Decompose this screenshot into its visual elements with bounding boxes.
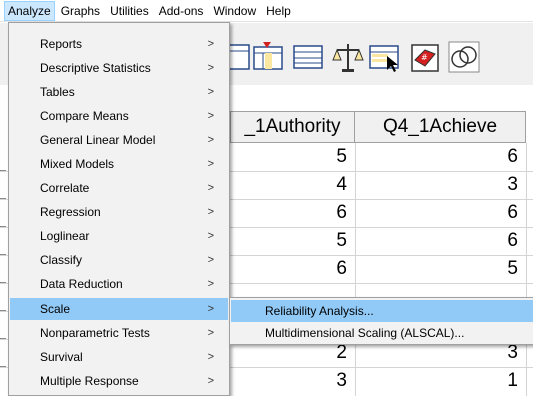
menu-item-label: Mixed Models	[40, 157, 115, 171]
menu-item-scale[interactable]: Scale >	[10, 298, 228, 320]
menu-item-correlate[interactable]: Correlate >	[10, 177, 228, 199]
menu-item-compare-means[interactable]: Compare Means >	[10, 105, 228, 127]
menu-item-label: Classify	[40, 253, 83, 267]
data-cell[interactable]: 6	[355, 227, 526, 255]
data-cell[interactable]: 3	[230, 367, 355, 395]
menu-item-reliability-analysis[interactable]: Reliability Analysis...	[231, 300, 533, 322]
menu-item-label: Tables	[40, 85, 75, 99]
menu-analyze[interactable]: Analyze	[4, 0, 55, 21]
submenu-arrow-icon: >	[207, 303, 214, 315]
submenu-arrow-icon: >	[207, 134, 214, 146]
menu-item-label: Survival	[40, 350, 83, 364]
data-cell[interactable]: 6	[230, 199, 355, 227]
menu-item-label: Nonparametric Tests	[40, 326, 150, 340]
menu-help[interactable]: Help	[262, 1, 295, 21]
submenu-arrow-icon: >	[207, 110, 214, 122]
data-cell[interactable]: 5	[230, 143, 355, 171]
menu-graphs[interactable]: Graphs	[57, 1, 104, 21]
menu-item-label: General Linear Model	[40, 133, 156, 147]
data-cell[interactable]: 5	[355, 255, 526, 283]
submenu-arrow-icon: >	[207, 254, 214, 266]
data-cell[interactable]: 6	[355, 143, 526, 171]
menu-item-label: Compare Means	[40, 109, 129, 123]
select-cases-icon[interactable]	[366, 39, 400, 73]
submenu-arrow-icon: >	[207, 62, 214, 74]
data-cell[interactable]: 6	[230, 255, 355, 283]
data-cell[interactable]: 5	[230, 227, 355, 255]
use-sets-icon[interactable]	[446, 39, 480, 73]
menu-item-label: Correlate	[40, 181, 90, 195]
column-header[interactable]: Q4_1Achieve	[354, 111, 526, 143]
grid-divider	[526, 143, 527, 396]
data-cell[interactable]: 6	[355, 199, 526, 227]
data-cell[interactable]: 1	[355, 367, 526, 395]
menu-utilities[interactable]: Utilities	[106, 1, 153, 21]
menu-item-survival[interactable]: Survival >	[10, 346, 228, 368]
data-cell[interactable]: 4	[230, 171, 355, 199]
menu-item-tables[interactable]: Tables >	[10, 81, 228, 103]
submenu-arrow-icon: >	[207, 158, 214, 170]
data-cell[interactable]: 3	[355, 171, 526, 199]
menu-item-nonparametric-tests[interactable]: Nonparametric Tests >	[10, 322, 228, 344]
menu-item-label: Regression	[40, 205, 101, 219]
menu-item-reports[interactable]: Reports >	[10, 33, 228, 55]
svg-text:#: #	[421, 53, 428, 62]
menu-item-multidimensional-scaling[interactable]: Multidimensional Scaling (ALSCAL)...	[231, 322, 533, 344]
submenu-arrow-icon: >	[207, 206, 214, 218]
menu-item-loglinear[interactable]: Loglinear >	[10, 225, 228, 247]
submenu-arrow-icon: >	[207, 38, 214, 50]
scale-submenu: Reliability Analysis... Multidimensional…	[229, 297, 533, 345]
submenu-arrow-icon: >	[207, 351, 214, 363]
menubar: Analyze Graphs Utilities Add-ons Window …	[0, 0, 533, 22]
column-header[interactable]: _1Authority	[230, 111, 355, 143]
submenu-arrow-icon: >	[207, 375, 214, 387]
submenu-arrow-icon: >	[207, 86, 214, 98]
menu-item-multiple-response[interactable]: Multiple Response >	[10, 370, 228, 392]
menu-item-label: Data Reduction	[40, 277, 123, 291]
submenu-arrow-icon: >	[207, 230, 214, 242]
split-file-icon[interactable]	[330, 39, 364, 73]
variables-icon[interactable]	[290, 39, 324, 73]
menu-window[interactable]: Window	[209, 1, 260, 21]
menu-add-ons[interactable]: Add-ons	[155, 1, 208, 21]
menu-item-label: Descriptive Statistics	[40, 61, 151, 75]
menu-item-data-reduction[interactable]: Data Reduction >	[10, 273, 228, 295]
menu-item-label: Loglinear	[40, 229, 90, 243]
menu-item-label: Scale	[40, 302, 71, 316]
submenu-arrow-icon: >	[207, 182, 214, 194]
analyze-menu: Reports > Descriptive Statistics > Tables >…	[8, 22, 230, 396]
menu-item-regression[interactable]: Regression >	[10, 201, 228, 223]
submenu-arrow-icon: >	[207, 327, 214, 339]
menu-item-classify[interactable]: Classify >	[10, 249, 228, 271]
go-to-variable-icon[interactable]	[250, 39, 284, 73]
menu-item-label: Multiple Response	[40, 374, 139, 388]
menu-item-general-linear-model[interactable]: General Linear Model >	[10, 129, 228, 151]
submenu-arrow-icon: >	[207, 278, 214, 290]
menu-item-label: Reports	[40, 37, 83, 51]
menu-item-mixed-models[interactable]: Mixed Models >	[10, 153, 228, 175]
menu-item-descriptive-statistics[interactable]: Descriptive Statistics >	[10, 57, 228, 79]
value-labels-icon[interactable]: #	[406, 39, 440, 73]
